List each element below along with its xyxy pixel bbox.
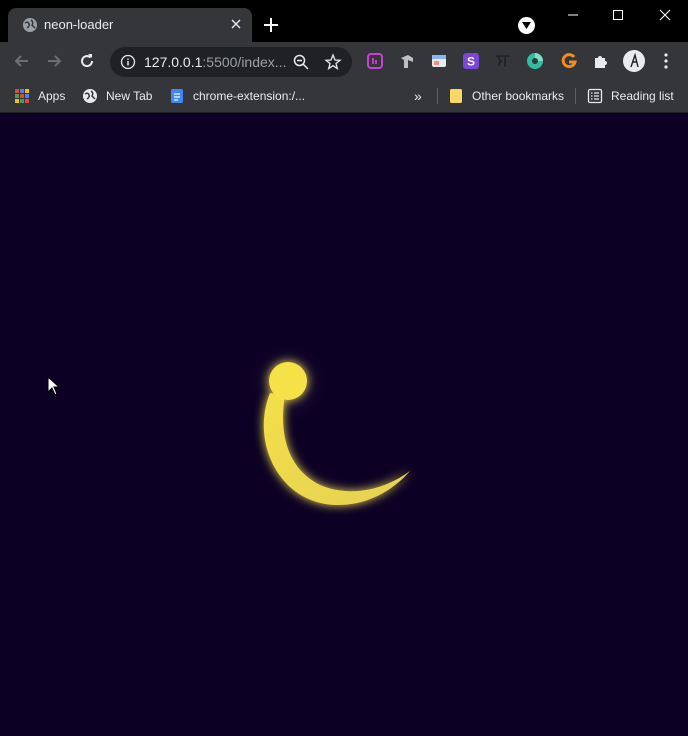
close-window-icon[interactable] bbox=[656, 6, 674, 24]
ext-window-icon[interactable] bbox=[430, 52, 448, 70]
ext-devanagari-icon[interactable] bbox=[494, 52, 512, 70]
globe-icon bbox=[83, 89, 97, 103]
close-tab-icon[interactable] bbox=[228, 16, 244, 32]
bookmark-label: Other bookmarks bbox=[472, 89, 565, 103]
divider bbox=[575, 88, 576, 104]
minimize-icon[interactable] bbox=[564, 6, 582, 24]
mouse-cursor-icon bbox=[47, 376, 61, 396]
new-tab-plus-icon[interactable] bbox=[262, 16, 280, 34]
tab-search-icon[interactable] bbox=[518, 17, 535, 34]
profile-icon bbox=[630, 53, 639, 68]
bookmark-new-tab[interactable]: New Tab bbox=[82, 87, 152, 105]
bookmark-other-bookmarks[interactable]: Other bookmarks bbox=[448, 87, 564, 105]
folder-icon bbox=[450, 89, 462, 103]
bookmark-label: Apps bbox=[38, 89, 66, 103]
site-info-icon[interactable] bbox=[120, 54, 136, 70]
toolbar: 127.0.0.1:5500/index... S bbox=[0, 42, 688, 80]
apps-grid-icon bbox=[15, 89, 29, 103]
address-bar[interactable]: 127.0.0.1:5500/index... bbox=[110, 47, 352, 77]
bookmark-label: New Tab bbox=[106, 89, 153, 103]
divider bbox=[437, 88, 438, 104]
tab-strip: neon-loader bbox=[0, 0, 688, 42]
back-arrow-icon[interactable] bbox=[12, 51, 32, 71]
bookmark-apps[interactable]: Apps bbox=[14, 87, 65, 105]
reload-icon[interactable] bbox=[77, 51, 97, 71]
bookmark-chrome-extension[interactable]: chrome-extension:/... bbox=[169, 87, 305, 105]
menu-kebab-icon[interactable] bbox=[658, 52, 674, 70]
neon-loader-spinner bbox=[246, 343, 410, 506]
bookmark-label: Reading list bbox=[611, 89, 674, 103]
ext-teal-icon[interactable] bbox=[526, 52, 544, 70]
globe-icon bbox=[23, 18, 37, 32]
page-viewport bbox=[0, 113, 688, 736]
tab-neon-loader[interactable]: neon-loader bbox=[8, 8, 252, 42]
ext-g-icon[interactable] bbox=[560, 52, 578, 70]
maximize-icon[interactable] bbox=[609, 6, 627, 24]
ext-gray-icon[interactable] bbox=[398, 52, 416, 70]
reading-list-button[interactable]: Reading list bbox=[587, 87, 674, 105]
zoom-icon[interactable] bbox=[292, 53, 310, 71]
bookmarks-overflow-chevron[interactable]: » bbox=[414, 88, 422, 104]
bookmark-star-icon[interactable] bbox=[324, 53, 342, 71]
svg-text:S: S bbox=[467, 55, 475, 69]
profile-avatar[interactable] bbox=[623, 50, 645, 72]
bookmarks-bar: Apps New Tab chrome-extension:/... » Oth… bbox=[0, 80, 688, 113]
loader-head-dot bbox=[269, 362, 307, 400]
tab-title: neon-loader bbox=[44, 17, 114, 32]
doc-icon bbox=[171, 89, 183, 103]
url-text: 127.0.0.1:5500/index... bbox=[144, 54, 287, 70]
ext-purple-icon[interactable] bbox=[366, 52, 384, 70]
bookmark-label: chrome-extension:/... bbox=[193, 89, 306, 103]
forward-arrow-icon[interactable] bbox=[44, 51, 64, 71]
ext-s-icon[interactable]: S bbox=[462, 52, 480, 70]
reading-list-icon bbox=[587, 88, 603, 104]
puzzle-icon[interactable] bbox=[592, 52, 610, 70]
